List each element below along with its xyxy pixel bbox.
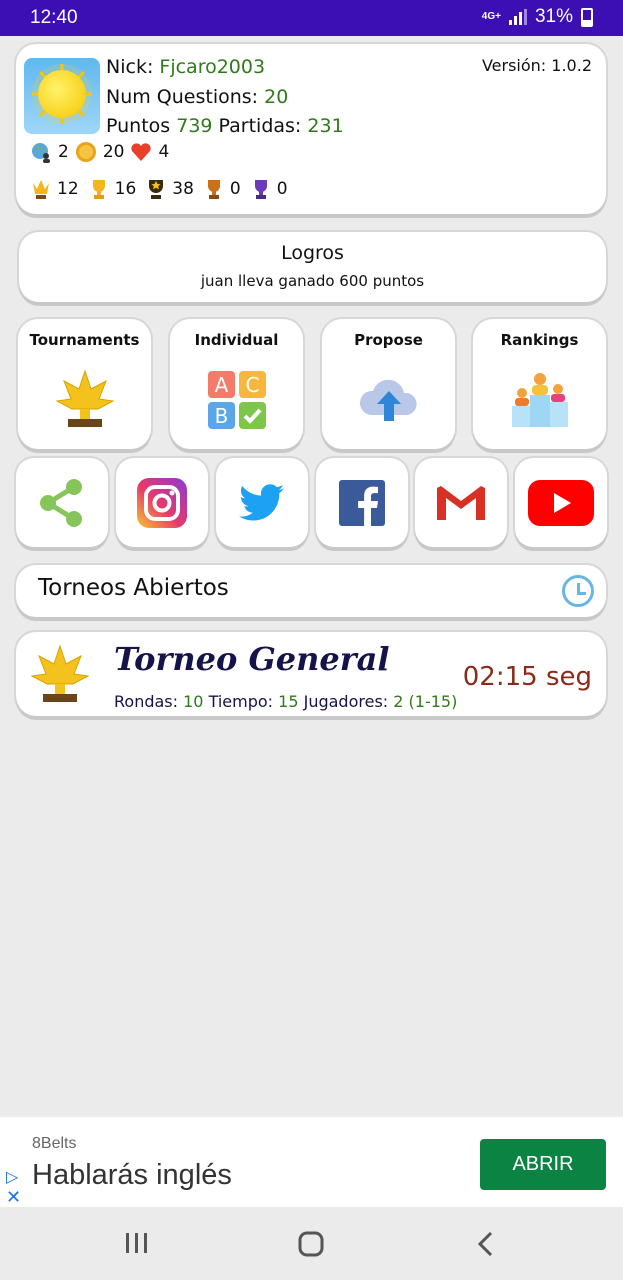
network-icon: 4G+: [481, 11, 501, 22]
stat-value: 20: [102, 142, 125, 162]
points-label: Puntos: [106, 115, 171, 137]
twitter-button[interactable]: [216, 458, 308, 547]
instagram-button[interactable]: [116, 458, 208, 547]
share-button[interactable]: [16, 458, 108, 547]
stats-row: 2 20 4: [30, 141, 169, 163]
ad-open-button[interactable]: ABRIR: [480, 1139, 606, 1190]
battery-icon: [581, 7, 593, 27]
tournament-countdown: 02:15 seg: [462, 662, 592, 692]
players-label: Jugadores:: [303, 692, 389, 711]
logros-subtitle: juan lleva ganado 600 puntos: [200, 272, 425, 290]
battery-text: 31%: [534, 6, 573, 27]
tournament-icon: [30, 644, 90, 702]
star-trophy-icon: [145, 178, 167, 200]
questions-value: 20: [264, 86, 289, 108]
tile-label: Individual: [194, 331, 279, 349]
bronze-trophy-icon: [203, 178, 225, 200]
questions-row: Num Questions: 20: [106, 86, 288, 108]
share-icon: [40, 478, 82, 527]
trophy-count: 0: [229, 179, 241, 199]
tournament-name: Torneo General: [114, 640, 390, 678]
coin-icon: [75, 141, 97, 163]
svg-text:C: C: [245, 373, 259, 397]
tile-tournaments[interactable]: Tournaments: [18, 319, 151, 449]
tournament-icon: [54, 369, 116, 435]
tile-individual[interactable]: Individual A C B: [170, 319, 303, 449]
section-title: Torneos Abiertos: [38, 575, 229, 601]
tournament-item[interactable]: Torneo General 02:15 seg Rondas: 10 Tiem…: [16, 632, 606, 716]
ad-brand: 8Belts: [32, 1135, 77, 1152]
youtube-icon: [528, 479, 594, 526]
players-value: 2 (1-15): [393, 692, 458, 711]
sun-icon: [38, 70, 86, 118]
tile-label: Rankings: [500, 331, 579, 349]
tile-rankings[interactable]: Rankings: [473, 319, 606, 449]
trophy-count: 12: [57, 179, 79, 199]
globe-user-icon: [30, 141, 52, 163]
purple-trophy-icon: [250, 178, 272, 200]
nick-row: Nick: Fjcaro2003: [106, 56, 265, 78]
stat-value: 2: [58, 142, 69, 162]
status-bar: 12:40 4G+ 31%: [0, 0, 623, 36]
history-icon[interactable]: [562, 575, 594, 607]
logros-title: Logros: [281, 242, 344, 264]
trophy-count: 16: [114, 179, 137, 199]
navigation-bar: [0, 1207, 623, 1280]
facebook-button[interactable]: [316, 458, 408, 547]
ad-close-icon[interactable]: ✕: [6, 1187, 21, 1208]
trophy-count: 38: [172, 179, 194, 199]
version-text: Versión: 1.0.2: [481, 56, 592, 75]
crown-trophy-icon: [30, 178, 52, 200]
facebook-icon: [339, 479, 385, 526]
time-value: 15: [278, 692, 299, 711]
tile-propose[interactable]: Propose: [322, 319, 455, 449]
profile-card: Nick: Fjcaro2003 Versión: 1.0.2 Num Ques…: [16, 44, 606, 214]
svg-text:A: A: [214, 373, 228, 397]
gmail-icon: [437, 485, 485, 520]
questions-label: Num Questions:: [106, 86, 259, 108]
tournament-info: Rondas: 10 Tiempo: 15 Jugadores: 2 (1-15…: [114, 692, 457, 711]
games-value: 231: [307, 115, 344, 137]
stat-value: 4: [158, 142, 170, 162]
instagram-icon: [137, 477, 187, 528]
avatar[interactable]: [24, 58, 100, 134]
rounds-label: Rondas:: [114, 692, 179, 711]
trophy-count: 0: [276, 179, 288, 199]
gold-trophy-icon: [88, 178, 110, 200]
podium-icon: [508, 369, 572, 435]
nick-label: Nick:: [106, 56, 154, 78]
nick-value: Fjcaro2003: [159, 56, 266, 78]
status-time: 12:40: [30, 7, 78, 28]
points-row: Puntos 739 Partidas: 231: [106, 115, 344, 137]
recent-apps-icon[interactable]: [124, 1231, 150, 1255]
ad-banner[interactable]: 8Belts Hablarás inglés ▷ ✕ ABRIR: [0, 1117, 623, 1208]
youtube-button[interactable]: [515, 458, 607, 547]
svg-text:B: B: [214, 404, 228, 428]
heart-icon: [130, 141, 152, 163]
rounds-value: 10: [183, 692, 204, 711]
twitter-icon: [239, 483, 284, 521]
ad-choices-icon[interactable]: ▷: [6, 1167, 18, 1186]
abc-quiz-icon: A C B: [206, 369, 268, 435]
tile-label: Tournaments: [29, 331, 140, 349]
home-icon[interactable]: [298, 1231, 324, 1257]
ad-headline[interactable]: Hablarás inglés: [32, 1159, 232, 1192]
back-icon[interactable]: [476, 1231, 496, 1257]
gmail-button[interactable]: [415, 458, 507, 547]
open-tournaments-header: Torneos Abiertos: [16, 565, 606, 617]
trophies-row: 12 16 38 0 0: [30, 178, 288, 200]
games-label: Partidas:: [218, 115, 302, 137]
points-value: 739: [176, 115, 213, 137]
time-label: Tiempo:: [208, 692, 274, 711]
logros-card[interactable]: Logros juan lleva ganado 600 puntos: [19, 232, 606, 302]
status-icons: 4G+ 31%: [482, 6, 593, 28]
cloud-upload-icon: [357, 369, 421, 435]
signal-icon: [508, 9, 527, 25]
tile-label: Propose: [354, 331, 423, 349]
